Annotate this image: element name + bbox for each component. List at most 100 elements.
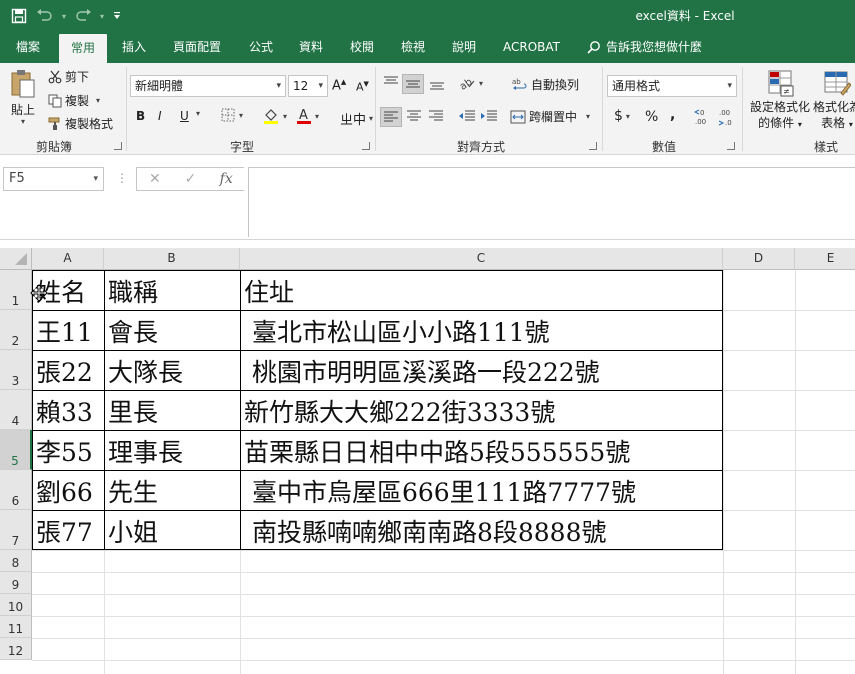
align-left-button[interactable] <box>380 107 402 127</box>
row-header-2[interactable]: 2 <box>0 310 32 350</box>
worksheet-grid[interactable]: A B C D E 1 2 3 4 5 6 7 8 9 10 11 12 姓名 … <box>0 248 855 674</box>
borders-button[interactable]: ▾ <box>220 107 243 123</box>
column-header-d[interactable]: D <box>723 248 795 270</box>
increase-decimal-button[interactable]: 0.00 <box>694 107 712 127</box>
undo-dropdown[interactable]: ▾ <box>60 6 68 26</box>
wrap-text-button[interactable]: ab 自動換列 <box>512 76 579 93</box>
tab-insert[interactable]: 插入 <box>122 31 146 63</box>
underline-dropdown[interactable]: ▾ <box>196 109 200 118</box>
phonetic-button[interactable]: ㄓ中 ▾ <box>340 109 373 128</box>
cut-button[interactable]: 剪下 <box>48 68 89 85</box>
font-launcher-icon[interactable] <box>362 142 370 150</box>
font-color-button[interactable]: A ▾ <box>296 107 319 125</box>
bold-button[interactable]: B <box>136 109 145 123</box>
align-bottom-button[interactable] <box>428 75 446 91</box>
decrease-decimal-button[interactable]: .00.0 <box>718 107 736 127</box>
comma-button[interactable]: , <box>670 107 675 123</box>
cell-b4[interactable]: 里長 <box>108 393 158 433</box>
row-header-1[interactable]: 1 <box>0 270 32 310</box>
alignment-launcher-icon[interactable] <box>589 142 597 150</box>
cell-c5[interactable]: 苗栗縣日日相中中路5段555555號 <box>244 433 630 473</box>
font-name-select[interactable]: 新細明體 ▾ <box>130 75 286 97</box>
insert-function-icon[interactable]: fx <box>208 168 244 190</box>
row-header-10[interactable]: 10 <box>0 594 32 616</box>
tab-data[interactable]: 資料 <box>299 31 323 63</box>
enter-entry-icon[interactable]: ✓ <box>173 168 209 190</box>
cancel-entry-icon[interactable]: ✕ <box>137 168 173 190</box>
cell-c1[interactable]: 住址 <box>244 273 294 313</box>
cell-a4[interactable]: 賴33 <box>36 393 93 433</box>
save-button[interactable] <box>8 6 30 26</box>
number-launcher-icon[interactable] <box>727 142 735 150</box>
formula-input[interactable] <box>248 167 855 237</box>
cell-a5[interactable]: 李55 <box>36 433 93 473</box>
tab-review[interactable]: 校閱 <box>350 31 374 63</box>
format-as-table-button[interactable]: 格式化為 表格 ▾ <box>812 69 855 131</box>
row-header-4[interactable]: 4 <box>0 390 32 430</box>
clipboard-launcher-icon[interactable] <box>114 142 122 150</box>
number-format-select[interactable]: 通用格式 ▾ <box>607 75 737 97</box>
column-header-e[interactable]: E <box>795 248 855 270</box>
tab-acrobat[interactable]: ACROBAT <box>503 31 560 63</box>
tab-home[interactable]: 常用 <box>59 34 108 63</box>
increase-indent-button[interactable] <box>480 109 498 123</box>
cell-c4[interactable]: 新竹縣大大鄉222街3333號 <box>244 393 555 433</box>
font-size-select[interactable]: 12 ▾ <box>288 75 328 97</box>
shrink-font-button[interactable]: A▼ <box>356 80 369 94</box>
decrease-indent-button[interactable] <box>458 109 476 123</box>
cell-a6[interactable]: 劉66 <box>36 473 93 513</box>
column-header-c[interactable]: C <box>240 248 723 270</box>
column-header-b[interactable]: B <box>104 248 240 270</box>
undo-button[interactable] <box>34 6 56 26</box>
paste-button[interactable]: 貼上 ▾ <box>8 69 38 126</box>
formula-bar-grip-icon[interactable]: ⋮ <box>116 171 128 185</box>
cell-c3[interactable]: 桃園市明明區溪溪路一段222號 <box>244 353 600 393</box>
tab-formulas[interactable]: 公式 <box>249 31 273 63</box>
conditional-formatting-button[interactable]: ≠ 設定格式化 的條件 ▾ <box>748 69 812 131</box>
row-header-8[interactable]: 8 <box>0 550 32 572</box>
grow-font-button[interactable]: A▲ <box>332 78 346 93</box>
row-header-11[interactable]: 11 <box>0 616 32 638</box>
cell-a2[interactable]: 王11 <box>36 313 93 353</box>
orientation-button[interactable]: ab ▾ <box>458 75 483 91</box>
cell-b6[interactable]: 先生 <box>108 473 158 513</box>
select-all-button[interactable] <box>0 248 32 270</box>
merge-center-button[interactable]: 跨欄置中 ▾ <box>510 108 590 125</box>
tab-help[interactable]: 說明 <box>452 31 476 63</box>
row-header-5[interactable]: 5 <box>0 430 32 470</box>
cell-b3[interactable]: 大隊長 <box>108 353 183 393</box>
cell-b5[interactable]: 理事長 <box>108 433 183 473</box>
redo-dropdown[interactable]: ▾ <box>98 6 106 26</box>
align-center-button[interactable] <box>406 109 422 123</box>
row-header-6[interactable]: 6 <box>0 470 32 510</box>
tab-view[interactable]: 檢視 <box>401 31 425 63</box>
row-header-3[interactable]: 3 <box>0 350 32 390</box>
cell-c7[interactable]: 南投縣喃喃鄉南南路8段8888號 <box>244 513 607 553</box>
row-header-12[interactable]: 12 <box>0 638 32 660</box>
align-middle-button[interactable] <box>402 74 424 94</box>
tab-page-layout[interactable]: 頁面配置 <box>173 31 221 63</box>
tab-file[interactable]: 檔案 <box>16 31 40 63</box>
cell-c6[interactable]: 臺中市烏屋區666里111路7777號 <box>244 473 636 513</box>
currency-button[interactable]: $ ▾ <box>614 108 630 124</box>
cell-a3[interactable]: 張22 <box>36 353 93 393</box>
align-right-button[interactable] <box>428 109 444 123</box>
cell-b1[interactable]: 職稱 <box>108 273 158 313</box>
column-header-a[interactable]: A <box>32 248 104 270</box>
tell-me-search[interactable]: 告訴我您想做什麼 <box>587 31 702 63</box>
cell-b2[interactable]: 會長 <box>108 313 158 353</box>
row-header-7[interactable]: 7 <box>0 510 32 550</box>
format-painter-button[interactable]: 複製格式 <box>48 115 113 132</box>
row-header-9[interactable]: 9 <box>0 572 32 594</box>
redo-button[interactable] <box>72 6 94 26</box>
italic-button[interactable]: I <box>158 109 162 123</box>
cell-a7[interactable]: 張77 <box>36 513 93 553</box>
name-box[interactable]: F5 ▾ <box>3 167 104 191</box>
copy-button[interactable]: 複製 ▾ <box>48 92 100 109</box>
underline-button[interactable]: U <box>180 109 189 123</box>
cell-c2[interactable]: 臺北市松山區小小路111號 <box>244 313 550 353</box>
fill-color-button[interactable]: ▾ <box>262 107 287 125</box>
cell-b7[interactable]: 小姐 <box>108 513 158 553</box>
percent-button[interactable]: % <box>645 109 658 125</box>
customize-qat-button[interactable] <box>110 6 124 26</box>
